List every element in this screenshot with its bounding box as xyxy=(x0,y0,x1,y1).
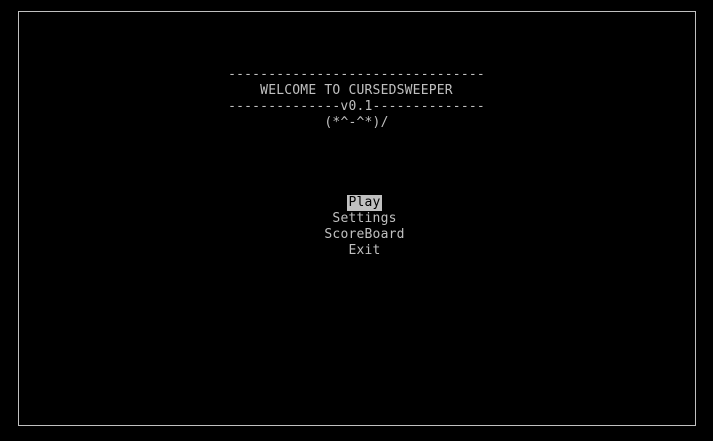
version-rule: --------------v0.1-------------- xyxy=(228,99,485,114)
menu-item-exit[interactable]: Exit xyxy=(347,243,381,259)
menu-row-exit: Exit xyxy=(0,227,713,259)
emoticon: (*^-^*)/ xyxy=(324,115,389,130)
header-rule-top: -------------------------------- xyxy=(228,67,485,82)
welcome-title: WELCOME TO CURSEDSWEEPER xyxy=(260,83,453,98)
